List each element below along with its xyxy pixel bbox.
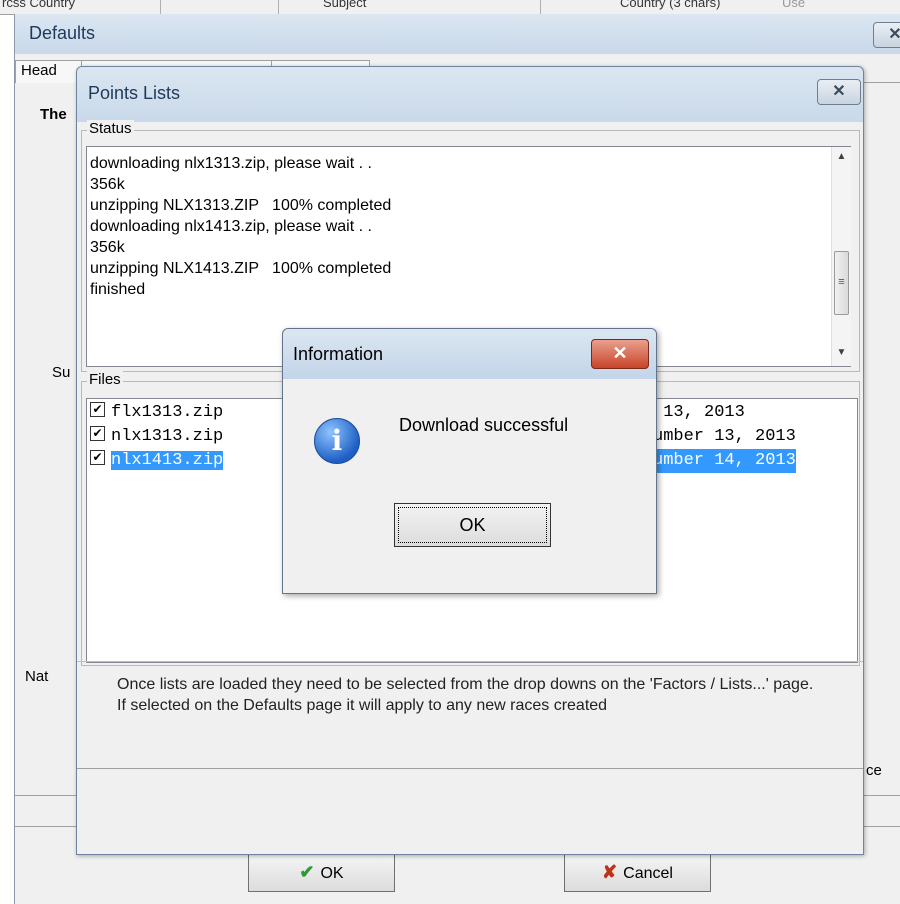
file-date: umber 14, 2013 xyxy=(653,449,796,473)
status-line: 356k xyxy=(90,239,125,256)
information-dialog: Information ✕ i Download successful OK xyxy=(282,328,657,594)
file-name: flx1313.zip xyxy=(111,403,224,422)
file-name: nlx1313.zip xyxy=(111,427,224,446)
file-checkbox[interactable]: ✔ xyxy=(90,426,105,442)
scroll-down-arrow-icon[interactable]: ▼ xyxy=(832,347,851,358)
header-col-subject: Subject xyxy=(323,0,367,10)
status-log-text: downloading nlx1313.zip, please wait . .… xyxy=(90,153,391,300)
header-col-country: rcss Country xyxy=(2,0,75,10)
section-heading: The xyxy=(40,106,67,123)
defaults-title-bar: Defaults ✕ xyxy=(15,14,900,54)
scroll-up-arrow-icon[interactable]: ▲ xyxy=(832,151,851,162)
status-group-label: Status xyxy=(87,120,134,137)
status-line: downloading nlx1413.zip, please wait . . xyxy=(90,218,372,235)
file-date: 13, 2013 xyxy=(653,403,745,422)
status-line: 356k xyxy=(90,176,125,193)
header-col-country-code: Country (3 chars) xyxy=(620,0,721,10)
close-icon: ✕ xyxy=(888,26,900,43)
scrollbar-thumb[interactable]: ≡ xyxy=(834,251,849,315)
information-title-bar: Information ✕ xyxy=(283,329,656,379)
information-ok-button[interactable]: OK xyxy=(394,503,551,547)
checkmark-icon: ✔ xyxy=(299,862,315,882)
file-checkbox[interactable]: ✔ xyxy=(90,450,105,466)
status-line: downloading nlx1313.zip, please wait . . xyxy=(90,155,372,172)
label-su: Su xyxy=(52,364,71,381)
status-line: finished xyxy=(90,281,146,298)
label-nat: Nat xyxy=(25,668,49,685)
background-table-header: rcss Country Subject Country (3 chars) U… xyxy=(0,0,900,15)
information-title: Information xyxy=(293,344,384,364)
x-icon: ✘ xyxy=(602,862,618,882)
close-icon: ✕ xyxy=(832,83,846,100)
status-line: unzipping NLX1413.ZIP 100% completed xyxy=(90,260,392,277)
label-ce: ce xyxy=(866,762,882,779)
status-line: unzipping NLX1313.ZIP 100% completed xyxy=(90,197,392,214)
points-lists-close-button[interactable]: ✕ xyxy=(817,79,861,105)
points-lists-title-bar: Points Lists ✕ xyxy=(77,67,863,122)
info-icon: i xyxy=(314,418,360,464)
defaults-title: Defaults xyxy=(29,23,96,43)
files-group-label: Files xyxy=(87,371,123,388)
defaults-cancel-button[interactable]: ✘ Cancel xyxy=(564,852,711,892)
status-scrollbar[interactable]: ▲ ≡ ▼ xyxy=(831,147,851,366)
file-checkbox[interactable]: ✔ xyxy=(90,402,105,418)
hint-text: Once lists are loaded they need to be se… xyxy=(117,676,814,714)
header-col-extra: Use xyxy=(782,0,806,10)
defaults-ok-button[interactable]: ✔ OK xyxy=(248,852,395,892)
information-message: Download successful xyxy=(399,415,569,435)
hint-panel: Once lists are loaded they need to be se… xyxy=(77,661,863,769)
file-name: nlx1413.zip xyxy=(111,451,224,470)
information-close-button[interactable]: ✕ xyxy=(591,339,649,369)
points-lists-title: Points Lists xyxy=(88,83,181,103)
close-icon: ✕ xyxy=(612,343,628,363)
file-date: umber 13, 2013 xyxy=(653,427,796,446)
defaults-close-button[interactable]: ✕ xyxy=(873,22,900,48)
